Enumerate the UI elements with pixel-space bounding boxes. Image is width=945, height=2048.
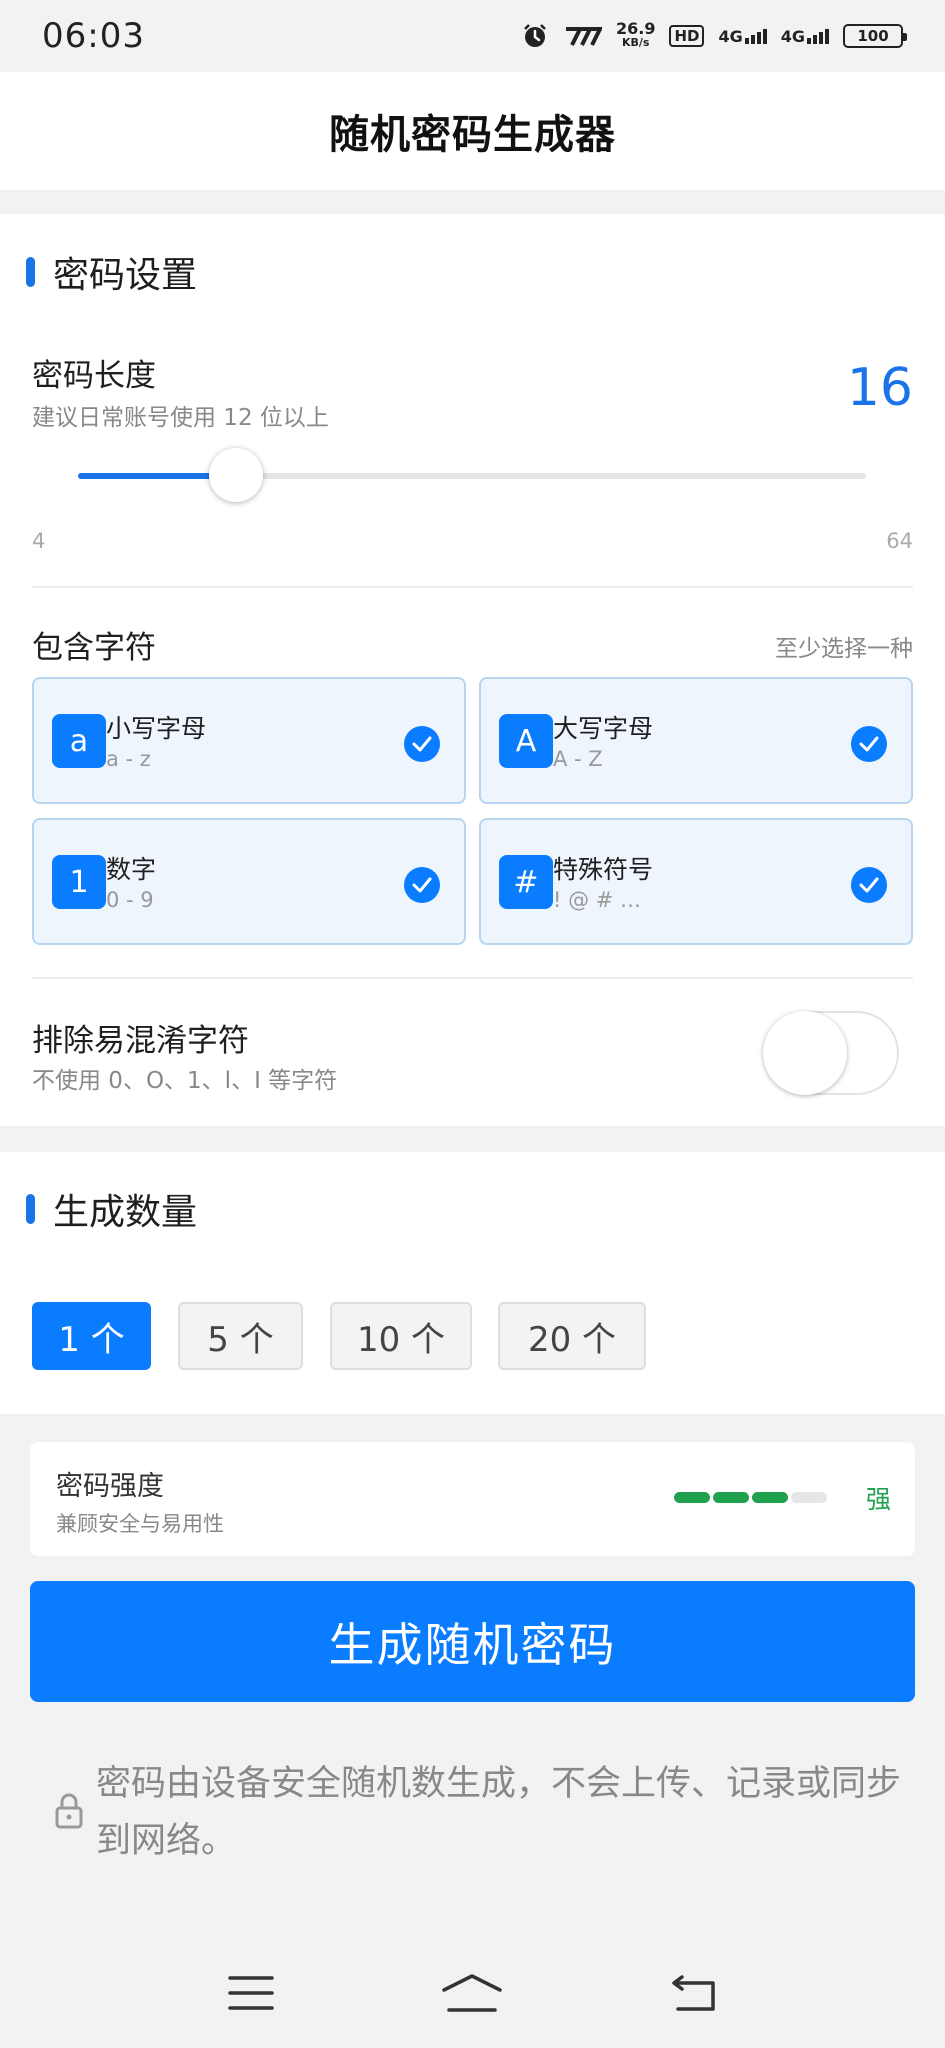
char-option-sample: A - Z bbox=[553, 747, 603, 771]
length-max-label: 64 bbox=[886, 529, 913, 553]
settings-section-title: 密码设置 bbox=[26, 246, 197, 298]
count-section-label: 生成数量 bbox=[53, 1192, 198, 1233]
char-option-sample: ! @ # … bbox=[553, 888, 642, 912]
uppercase-icon: A bbox=[499, 714, 553, 768]
sim1-signal-icon: 4G bbox=[718, 26, 767, 46]
battery-icon: 100 bbox=[843, 24, 907, 48]
length-title: 密码长度 bbox=[32, 358, 156, 394]
lock-icon bbox=[54, 1792, 84, 1830]
checkmark-icon[interactable] bbox=[851, 726, 887, 762]
security-note: 密码由设备安全随机数生成，不会上传、记录或同步到网络。 bbox=[54, 1756, 914, 1870]
char-option-sample: 0 - 9 bbox=[106, 888, 154, 912]
app-header: 随机密码生成器 bbox=[0, 72, 945, 190]
count-option-5[interactable]: 5 个 bbox=[178, 1302, 303, 1370]
length-min-label: 4 bbox=[32, 529, 46, 553]
symbols-icon: # bbox=[499, 855, 553, 909]
char-option-uppercase[interactable]: A 大写字母 A - Z bbox=[479, 677, 913, 804]
network-speed-value: 26.9 bbox=[615, 19, 656, 38]
lowercase-icon: a bbox=[52, 714, 106, 768]
strength-title: 密码强度 bbox=[56, 1471, 164, 1502]
status-icons: 26.9 KB/s HD 4G 4G 100 bbox=[522, 19, 907, 50]
divider bbox=[32, 977, 913, 979]
strength-panel: 密码强度 兼顾安全与易用性 强 bbox=[30, 1442, 915, 1556]
char-option-name: 大写字母 bbox=[553, 714, 654, 743]
digits-icon: 1 bbox=[52, 855, 106, 909]
strength-hint: 兼顾安全与易用性 bbox=[56, 1512, 224, 1536]
strength-segment bbox=[752, 1492, 788, 1503]
count-option-1[interactable]: 1 个 bbox=[32, 1302, 151, 1370]
char-option-name: 数字 bbox=[106, 855, 157, 884]
count-section-title: 生成数量 bbox=[26, 1183, 197, 1235]
checkmark-icon[interactable] bbox=[404, 867, 440, 903]
char-option-sample: a - z bbox=[106, 747, 151, 771]
char-option-digits[interactable]: 1 数字 0 - 9 bbox=[32, 818, 466, 945]
network-speed-unit: KB/s bbox=[621, 36, 650, 49]
section-accent-bar bbox=[26, 257, 35, 287]
divider bbox=[32, 586, 913, 588]
exclude-title: 排除易混淆字符 bbox=[32, 1023, 249, 1059]
strength-meter bbox=[674, 1492, 827, 1503]
chars-title: 包含字符 bbox=[32, 630, 156, 666]
home-icon[interactable] bbox=[437, 1968, 507, 2018]
alarm-icon bbox=[522, 23, 548, 49]
char-option-lowercase[interactable]: a 小写字母 a - z bbox=[32, 677, 466, 804]
status-time: 06:03 bbox=[42, 16, 145, 56]
sim2-label: 4G bbox=[780, 26, 805, 46]
status-bar: 06:03 26.9 KB/s HD 4G 4G 100 bbox=[0, 0, 945, 72]
char-option-name: 特殊符号 bbox=[553, 855, 654, 884]
char-option-name: 小写字母 bbox=[106, 714, 207, 743]
back-icon[interactable] bbox=[659, 1968, 729, 2018]
system-nav-bar bbox=[0, 1938, 945, 2048]
length-slider[interactable] bbox=[78, 448, 866, 502]
security-note-text: 密码由设备安全随机数生成，不会上传、记录或同步到网络。 bbox=[96, 1764, 902, 1861]
strength-segment bbox=[713, 1492, 749, 1503]
sim1-label: 4G bbox=[718, 26, 743, 46]
chars-hint: 至少选择一种 bbox=[775, 636, 913, 662]
toggle-knob bbox=[763, 1011, 847, 1095]
count-option-10[interactable]: 10 个 bbox=[330, 1302, 472, 1370]
checkmark-icon[interactable] bbox=[404, 726, 440, 762]
checkmark-icon[interactable] bbox=[851, 867, 887, 903]
network-speed: 26.9 KB/s bbox=[615, 19, 656, 50]
section-accent-bar bbox=[26, 1194, 35, 1224]
length-hint: 建议日常账号使用 12 位以上 bbox=[32, 405, 329, 431]
page-title: 随机密码生成器 bbox=[329, 112, 616, 158]
count-option-20[interactable]: 20 个 bbox=[498, 1302, 646, 1370]
length-value: 16 bbox=[846, 358, 913, 418]
menu-icon[interactable] bbox=[216, 1968, 286, 2018]
strength-segment bbox=[674, 1492, 710, 1503]
hd-icon: HD bbox=[669, 25, 705, 47]
strength-label: 强 bbox=[865, 1485, 891, 1514]
length-slider-thumb[interactable] bbox=[208, 448, 263, 502]
exclude-toggle[interactable] bbox=[763, 1011, 899, 1095]
strength-segment bbox=[791, 1492, 827, 1503]
signal-brand-icon bbox=[562, 25, 602, 47]
sim2-signal-icon: 4G bbox=[781, 27, 829, 46]
settings-section-label: 密码设置 bbox=[53, 255, 198, 296]
exclude-hint: 不使用 0、O、1、l、I 等字符 bbox=[32, 1068, 338, 1094]
generate-button[interactable]: 生成随机密码 bbox=[30, 1581, 915, 1702]
char-option-symbols[interactable]: # 特殊符号 ! @ # … bbox=[479, 818, 913, 945]
